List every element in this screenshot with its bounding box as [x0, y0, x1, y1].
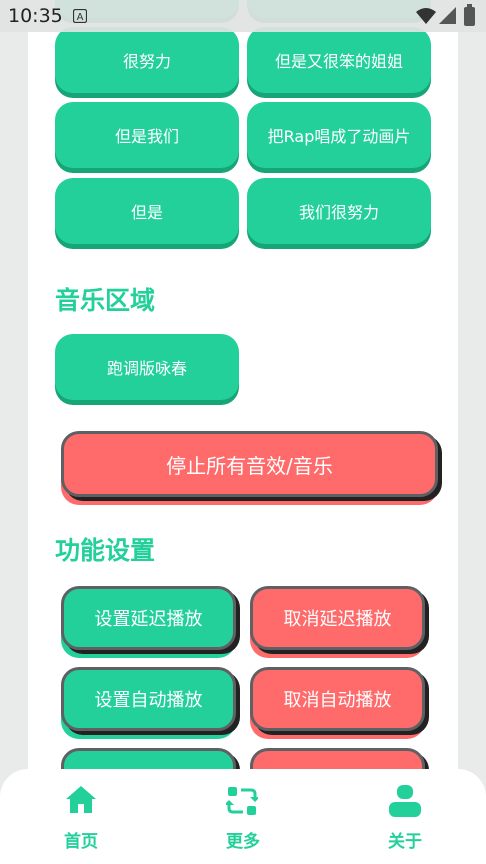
nav-about[interactable]: 关于: [345, 769, 465, 864]
nav-about-label: 关于: [388, 832, 422, 852]
nav-more-label: 更多: [226, 832, 260, 852]
wifi-icon: [416, 8, 436, 24]
battery-icon: [464, 4, 475, 26]
status-time: 10:35: [8, 5, 63, 27]
signal-icon: [439, 7, 456, 24]
sound-button-1[interactable]: 很努力: [55, 27, 239, 93]
cancel-auto-button[interactable]: 取消自动播放: [250, 667, 425, 731]
home-icon: [66, 786, 96, 813]
set-delay-button[interactable]: 设置延迟播放: [61, 586, 236, 650]
bottom-nav: 首页 更多 关于: [0, 769, 486, 864]
music-section-title: 音乐区域: [55, 286, 156, 315]
sound-button-4[interactable]: 把Rap唱成了动画片: [247, 102, 431, 168]
music-button-yongchun[interactable]: 跑调版咏春: [55, 334, 239, 400]
nav-more[interactable]: 更多: [183, 769, 303, 864]
nav-home-label: 首页: [64, 832, 98, 852]
set-auto-button[interactable]: 设置自动播放: [61, 667, 236, 731]
nav-home[interactable]: 首页: [21, 769, 141, 864]
person-icon: [389, 785, 421, 817]
sound-button-3[interactable]: 但是我们: [55, 102, 239, 168]
svg-text:A: A: [77, 12, 84, 23]
sound-button-6[interactable]: 我们很努力: [247, 178, 431, 244]
status-bar: 10:35 A: [0, 0, 486, 32]
stop-all-button[interactable]: 停止所有音效/音乐: [61, 431, 438, 497]
sound-button-5[interactable]: 但是: [55, 178, 239, 244]
sound-button-2[interactable]: 但是又很笨的姐姐: [247, 27, 431, 93]
notification-a-icon: A: [73, 9, 87, 23]
settings-section-title: 功能设置: [55, 536, 156, 565]
cancel-delay-button[interactable]: 取消延迟播放: [250, 586, 425, 650]
swap-icon: [226, 787, 258, 815]
